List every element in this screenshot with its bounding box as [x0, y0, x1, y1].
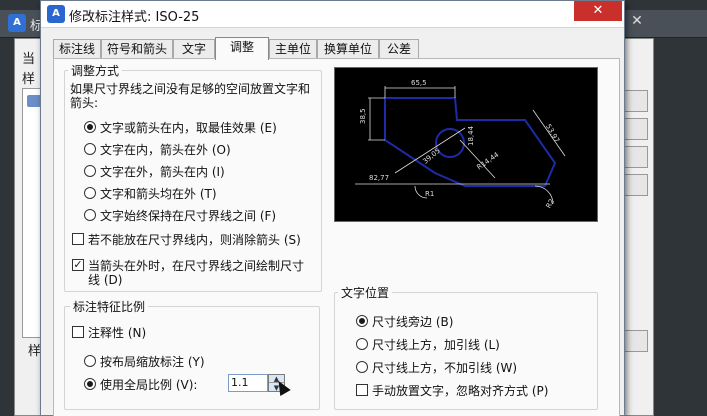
- style-icon: [27, 95, 41, 107]
- preview-image: 65,5 38,5 53,97 39,05 18,44 R14,44 82,77…: [334, 67, 598, 222]
- preview-dim-r2: R2: [545, 198, 557, 210]
- radio-over-with-leader-label: 尺寸线上方，加引线 (L): [372, 338, 500, 352]
- tab-symbols-arrows[interactable]: 符号和箭头: [101, 39, 173, 59]
- radio-text-outside[interactable]: [84, 165, 96, 177]
- radio-both-outside[interactable]: [84, 187, 96, 199]
- preview-drawing: 65,5 38,5 53,97 39,05 18,44 R14,44 82,77…: [355, 79, 566, 210]
- close-icon[interactable]: ✕: [574, 1, 622, 21]
- preview-dim-top: 65,5: [411, 79, 427, 87]
- radio-over-no-leader[interactable]: [356, 361, 368, 373]
- radio-always-between-label: 文字始终保持在尺寸界线之间 (F): [100, 209, 277, 223]
- radio-over-no-leader-label: 尺寸线上方，不加引线 (W): [372, 361, 518, 375]
- radio-scale-layout[interactable]: [84, 355, 96, 367]
- fit-description: 如果尺寸界线之间没有足够的空间放置文字和箭头:: [70, 82, 311, 110]
- radio-global-scale[interactable]: [84, 378, 96, 390]
- tab-tolerances[interactable]: 公差: [379, 39, 419, 59]
- preview-dim-line-angle: [394, 127, 466, 174]
- radio-over-with-leader[interactable]: [356, 338, 368, 350]
- text-placement-title: 文字位置: [338, 284, 393, 301]
- parent-button-2[interactable]: [622, 118, 648, 140]
- fit-options-title: 调整方式: [68, 62, 123, 79]
- check-manual-placement-label: 手动放置文字，忽略对齐方式 (P): [372, 384, 549, 398]
- scale-title: 标注特征比例: [70, 298, 149, 315]
- check-draw-dim-line-label-2: 线 (D): [88, 273, 123, 287]
- check-annotative-label: 注释性 (N): [88, 326, 147, 340]
- radio-text-inside[interactable]: [84, 143, 96, 155]
- preview-dim-bottom: 82,77: [369, 174, 389, 182]
- parent-button-3[interactable]: [622, 146, 648, 168]
- radio-beside-dim-line-label: 尺寸线旁边 (B): [372, 315, 454, 329]
- preview-dim-r1: R1: [425, 190, 434, 198]
- parent-styles-label: 样: [22, 72, 36, 87]
- parent-button-1[interactable]: [622, 90, 648, 112]
- radio-text-inside-label: 文字在内，箭头在外 (O): [100, 143, 231, 157]
- app-icon: A: [8, 14, 26, 32]
- radio-always-between[interactable]: [84, 209, 96, 221]
- parent-button-5[interactable]: [622, 330, 648, 352]
- radio-scale-layout-label: 按布局缩放标注 (Y): [100, 355, 205, 369]
- check-suppress-arrows-label: 若不能放在尺寸界线内，则消除箭头 (S): [88, 233, 301, 247]
- parent-button-4[interactable]: [622, 174, 648, 196]
- check-suppress-arrows[interactable]: [72, 233, 84, 245]
- radio-global-scale-label: 使用全局比例 (V):: [100, 378, 198, 392]
- preview-dim-right: 53,97: [544, 123, 561, 144]
- tab-lines[interactable]: 标注线: [53, 39, 101, 59]
- preview-dim-left: 38,5: [359, 108, 367, 124]
- preview-dim-small: 18,44: [467, 125, 475, 146]
- radio-best-fit[interactable]: [84, 121, 96, 133]
- tab-alternate-units[interactable]: 换算单位: [317, 39, 379, 59]
- radio-beside-dim-line[interactable]: [356, 315, 368, 327]
- check-manual-placement[interactable]: [356, 384, 368, 396]
- radio-both-outside-label: 文字和箭头均在外 (T): [100, 187, 217, 201]
- parent-current-label: 当: [22, 52, 36, 67]
- app-icon: A: [47, 5, 65, 23]
- tab-text[interactable]: 文字: [173, 39, 215, 59]
- radio-text-outside-label: 文字在外，箭头在内 (I): [100, 165, 225, 179]
- dialog-title: 修改标注样式: ISO-25: [69, 10, 200, 25]
- tab-fit[interactable]: 调整: [215, 37, 269, 60]
- radio-best-fit-label: 文字或箭头在内，取最佳效果 (E): [100, 121, 277, 135]
- check-annotative[interactable]: [72, 326, 84, 338]
- tab-primary-units[interactable]: 主单位: [269, 39, 317, 59]
- check-draw-dim-line[interactable]: ✓: [72, 259, 84, 271]
- global-scale-input[interactable]: 1.1: [228, 374, 268, 392]
- parent-close-icon[interactable]: ✕: [622, 10, 652, 32]
